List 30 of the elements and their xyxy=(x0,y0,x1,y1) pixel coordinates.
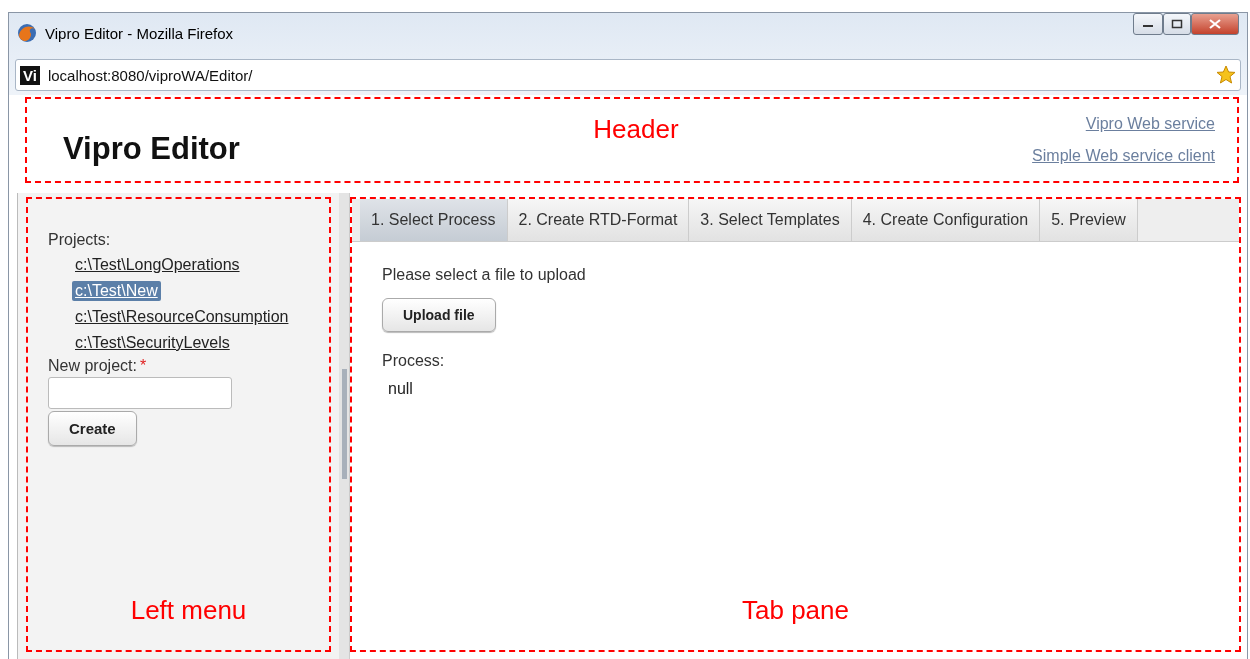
star-icon[interactable] xyxy=(1216,65,1236,85)
tab[interactable]: 2. Create RTD-Format xyxy=(507,199,690,241)
tab[interactable]: 4. Create Configuration xyxy=(851,199,1041,241)
tab[interactable]: 1. Select Process xyxy=(360,199,508,241)
close-icon[interactable] xyxy=(1209,19,1221,29)
url-text: localhost:8080/viproWA/Editor/ xyxy=(47,66,254,84)
site-badge: Vi xyxy=(20,65,40,85)
window-title: Vipro Editor - Mozilla Firefox xyxy=(45,24,235,42)
project-link[interactable]: c:\Test\LongOperations xyxy=(72,255,243,275)
project-link[interactable]: c:\Test\New xyxy=(72,281,161,301)
header-link[interactable]: Simple Web service client xyxy=(1032,147,1215,165)
app-title: Vipro Editor xyxy=(63,131,240,167)
process-value: null xyxy=(388,380,414,398)
create-button[interactable]: Create xyxy=(48,411,137,446)
process-label: Process: xyxy=(382,352,446,370)
upload-file-button[interactable]: Upload file xyxy=(382,298,496,332)
annotation-label: Left menu xyxy=(130,595,247,626)
projects-label: Projects: xyxy=(48,231,112,249)
header-link[interactable]: Vipro Web service xyxy=(1085,115,1215,133)
upload-prompt: Please select a file to upload xyxy=(382,266,587,284)
address-bar[interactable]: Vi localhost:8080/viproWA/Editor/ xyxy=(15,59,1241,91)
new-project-field[interactable] xyxy=(48,377,232,409)
annotation-label: Header xyxy=(593,113,679,145)
project-link[interactable]: c:\Test\SecurityLevels xyxy=(72,333,233,353)
tab[interactable]: 3. Select Templates xyxy=(689,199,852,241)
project-link[interactable]: c:\Test\ResourceConsumption xyxy=(72,307,292,327)
restore-icon[interactable] xyxy=(1171,19,1183,29)
tab[interactable]: 5. Preview xyxy=(1040,199,1138,241)
annotation-label: Tab pane xyxy=(742,595,849,626)
new-project-label: New project: * xyxy=(48,357,148,375)
